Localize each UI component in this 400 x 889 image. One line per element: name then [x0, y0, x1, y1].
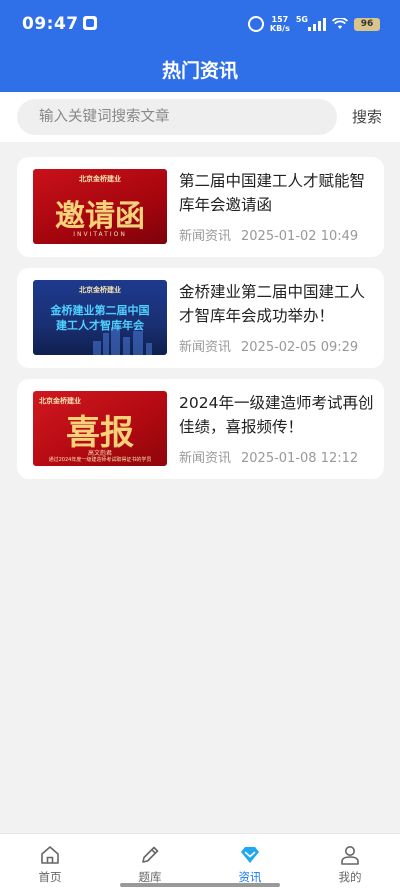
- status-indicators: 157 KB/s 5G 96: [247, 13, 380, 35]
- wifi-icon: [332, 18, 348, 29]
- thumbnail-subtitle: INVITATION: [73, 231, 127, 238]
- thumbnail-brand: 北京金桥建业: [79, 286, 121, 294]
- thumbnail-headline-line1: 金桥建业第二届中国: [50, 304, 150, 317]
- signal-icon: [308, 17, 326, 31]
- home-indicator[interactable]: [120, 883, 280, 887]
- battery-icon: 96: [354, 17, 380, 31]
- article-title: 金桥建业第二届中国建工人才智库年会成功举办！: [179, 283, 366, 325]
- pencil-icon: [142, 846, 159, 863]
- notification-app-icon: [83, 16, 97, 30]
- article-date: 2025-01-08 12:12: [241, 451, 359, 466]
- search-button[interactable]: 搜索: [352, 106, 382, 127]
- article-meta: 新闻资讯 2025-02-05 09:29: [179, 336, 358, 355]
- thumbnail-headline: 喜报: [66, 413, 134, 453]
- search-input[interactable]: [17, 99, 337, 135]
- alarm-icon: [247, 16, 264, 32]
- article-thumbnail: 北京金桥建业 金桥建业第二届中国 建工人才智库年会: [33, 280, 167, 355]
- article-thumbnail: 北京金桥建业 喜报 高文彪君 通过2024年度一级建造师考试取得证书的学员: [33, 391, 167, 466]
- article-card[interactable]: 北京金桥建业 喜报 高文彪君 通过2024年度一级建造师考试取得证书的学员 20…: [17, 379, 384, 479]
- bottom-tab-bar: 首页 题库 资讯 我的: [0, 833, 400, 889]
- article-title: 2024年一级建造师考试再创佳绩，喜报频传！: [179, 394, 374, 436]
- article-card[interactable]: 北京金桥建业 邀请函 INVITATION 第二届中国建工人才赋能智库年会邀请函…: [17, 157, 384, 257]
- article-list: 北京金桥建业 邀请函 INVITATION 第二届中国建工人才赋能智库年会邀请函…: [17, 157, 384, 490]
- tab-question-bank[interactable]: 题库: [100, 834, 200, 889]
- article-category: 新闻资讯: [179, 229, 232, 244]
- thumbnail-headline: 邀请函: [55, 199, 145, 234]
- thumbnail-subtitle-2: 通过2024年度一级建造师考试取得证书的学员: [48, 457, 152, 463]
- article-date: 2025-01-02 10:49: [241, 229, 359, 244]
- network-speed-unit: KB/s: [269, 24, 290, 33]
- network-speed-value: 157: [271, 15, 289, 24]
- tab-label: 我的: [338, 870, 362, 884]
- thumbnail-headline-line2: 建工人才智库年会: [56, 319, 144, 332]
- article-meta: 新闻资讯 2025-01-02 10:49: [179, 225, 358, 244]
- article-thumbnail: 北京金桥建业 邀请函 INVITATION: [33, 169, 167, 244]
- diamond-icon: [241, 847, 259, 863]
- user-icon: [341, 846, 359, 865]
- status-bar: 09:47 157 KB/s 5G 96: [0, 0, 400, 48]
- network-type: 5G: [295, 14, 308, 24]
- app-header: 09:47 157 KB/s 5G 96 热门资讯: [0, 0, 400, 92]
- home-icon: [41, 846, 59, 864]
- article-meta: 新闻资讯 2025-01-08 12:12: [179, 447, 358, 466]
- page-title: 热门资讯: [161, 60, 238, 82]
- article-title: 第二届中国建工人才赋能智库年会邀请函: [179, 172, 366, 214]
- tab-profile[interactable]: 我的: [300, 834, 400, 889]
- tab-label: 首页: [38, 870, 62, 884]
- article-card[interactable]: 北京金桥建业 金桥建业第二届中国 建工人才智库年会 金桥建业第二届中国建工人才智…: [17, 268, 384, 368]
- article-category: 新闻资讯: [179, 340, 232, 355]
- tab-home[interactable]: 首页: [0, 834, 100, 889]
- article-category: 新闻资讯: [179, 451, 232, 466]
- article-date: 2025-02-05 09:29: [241, 340, 359, 355]
- tab-news[interactable]: 资讯: [200, 834, 300, 889]
- status-time: 09:47: [22, 14, 79, 34]
- network-speed: 157 KB/s: [270, 15, 290, 33]
- thumbnail-brand: 北京金桥建业: [79, 175, 121, 183]
